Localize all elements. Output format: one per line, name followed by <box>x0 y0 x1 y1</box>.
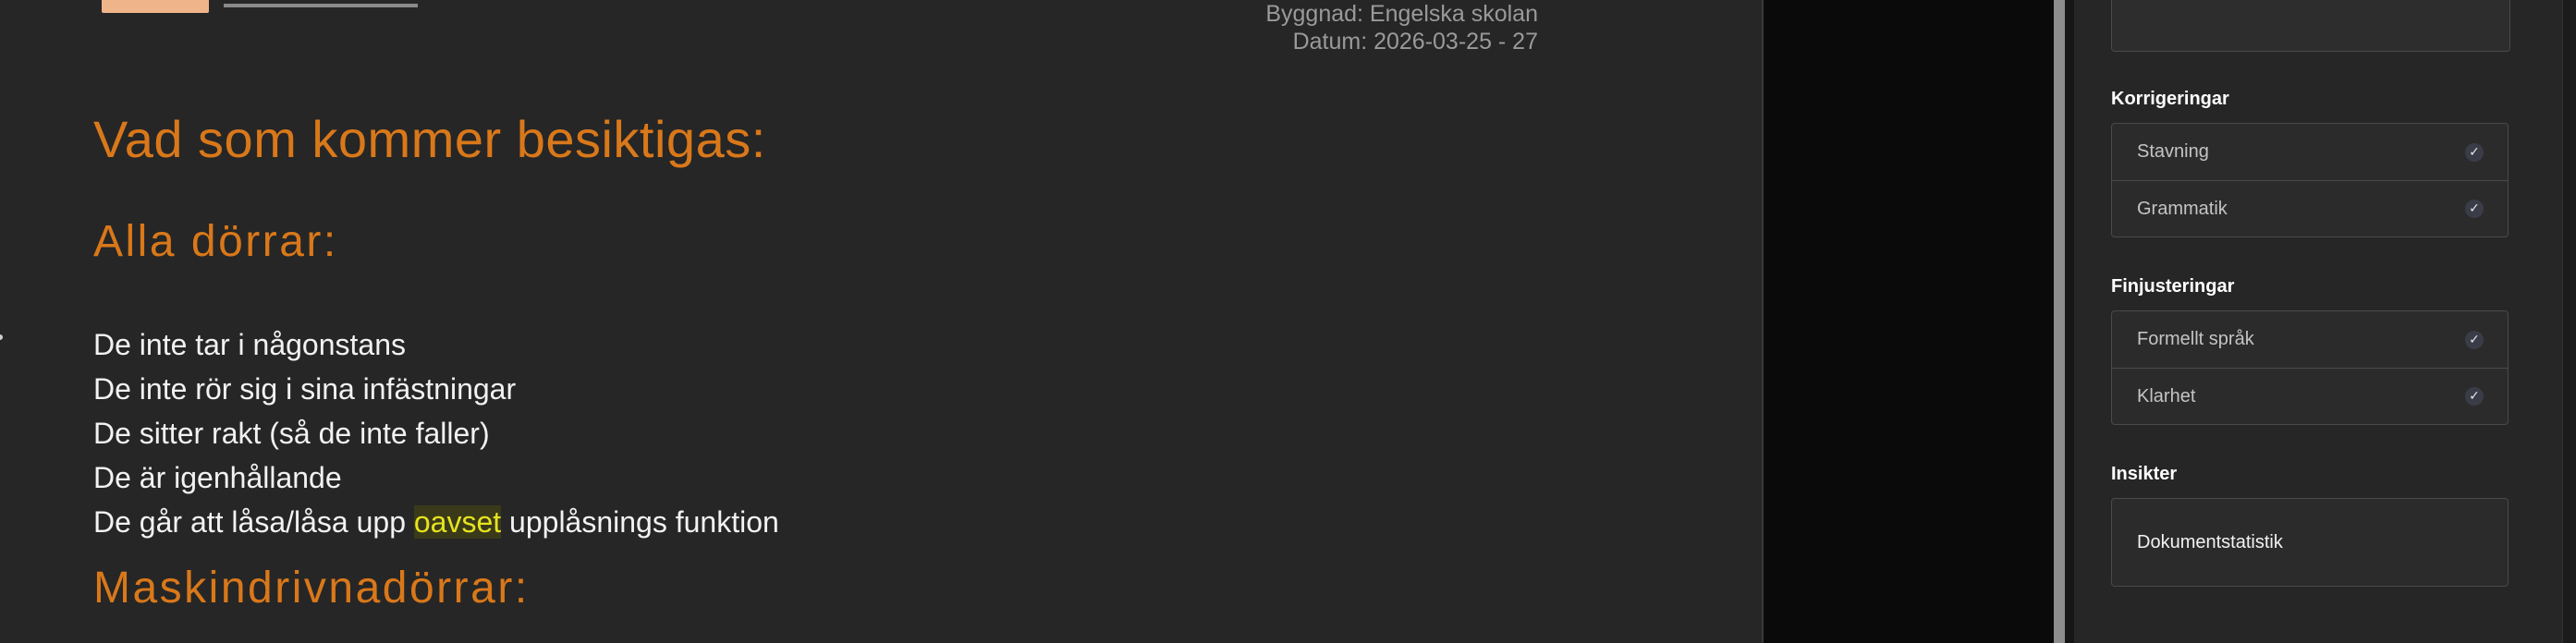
panel-input-box[interactable] <box>2111 0 2510 52</box>
check-icon[interactable]: ✓ <box>2465 330 2484 349</box>
panel-edge <box>2562 0 2576 643</box>
company-logo <box>102 0 209 13</box>
flagged-word[interactable]: oavset <box>413 505 502 539</box>
option-label: Klarhet <box>2137 385 2196 406</box>
checklist-item-text: De går att låsa/låsa upp <box>93 505 414 539</box>
corrections-card: Stavning ✓ Grammatik ✓ <box>2111 123 2509 237</box>
option-formal-language[interactable]: Formellt språk ✓ <box>2112 311 2508 368</box>
assistant-panel: Korrigeringar Stavning ✓ Grammatik ✓ Fin… <box>2074 0 2576 643</box>
checklist-item: De sitter rakt (så de inte faller) <box>93 417 490 450</box>
checklist-item: De är igenhållande <box>93 461 342 494</box>
checklist-item: De inte tar i någonstans <box>93 328 406 361</box>
check-icon[interactable]: ✓ <box>2465 200 2484 218</box>
finetuning-card: Formellt språk ✓ Klarhet ✓ <box>2111 310 2509 425</box>
checklist-item: De inte rör sig i sina infästningar <box>93 372 517 406</box>
scrollbar-track[interactable] <box>2065 0 2074 643</box>
document-canvas[interactable]: Byggnad: Engelska skolan Datum: 2026-03-… <box>0 0 1762 643</box>
option-spelling[interactable]: Stavning ✓ <box>2112 124 2508 180</box>
workspace-gap <box>1764 0 2054 643</box>
option-label: Stavning <box>2137 141 2209 162</box>
insights-heading: Insikter <box>2111 464 2178 484</box>
option-label: Grammatik <box>2137 198 2228 219</box>
option-grammar[interactable]: Grammatik ✓ <box>2112 180 2508 237</box>
scrollbar-thumb[interactable] <box>2054 0 2065 643</box>
section-heading-all-doors: Alla dörrar: <box>93 217 338 266</box>
checklist-item-text: upplåsnings funktion <box>501 505 779 539</box>
option-clarity[interactable]: Klarhet ✓ <box>2112 368 2508 424</box>
page-title: Vad som kommer besiktigas: <box>93 110 766 168</box>
inspection-checklist: De inte tar i någonstans De inte rör sig… <box>93 322 779 544</box>
check-icon[interactable]: ✓ <box>2465 142 2484 162</box>
company-logo-text <box>224 0 418 7</box>
checklist-item: De går att låsa/låsa upp oavset upplåsni… <box>93 500 779 544</box>
margin-marker-icon <box>0 334 3 340</box>
section-heading-machine-doors: Maskindrivnadörrar: <box>93 564 530 613</box>
document-statistics-label: Dokumentstatistik <box>2137 531 2283 552</box>
option-label: Formellt språk <box>2137 329 2254 349</box>
finetuning-heading: Finjusteringar <box>2111 276 2235 297</box>
document-statistics-button[interactable]: Dokumentstatistik <box>2111 498 2509 587</box>
document-meta: Byggnad: Engelska skolan Datum: 2026-03-… <box>1265 0 1538 55</box>
check-icon[interactable]: ✓ <box>2465 387 2484 406</box>
corrections-heading: Korrigeringar <box>2111 89 2229 109</box>
date-label: Datum: 2026-03-25 - 27 <box>1292 29 1538 55</box>
building-label: Byggnad: Engelska skolan <box>1265 1 1538 27</box>
